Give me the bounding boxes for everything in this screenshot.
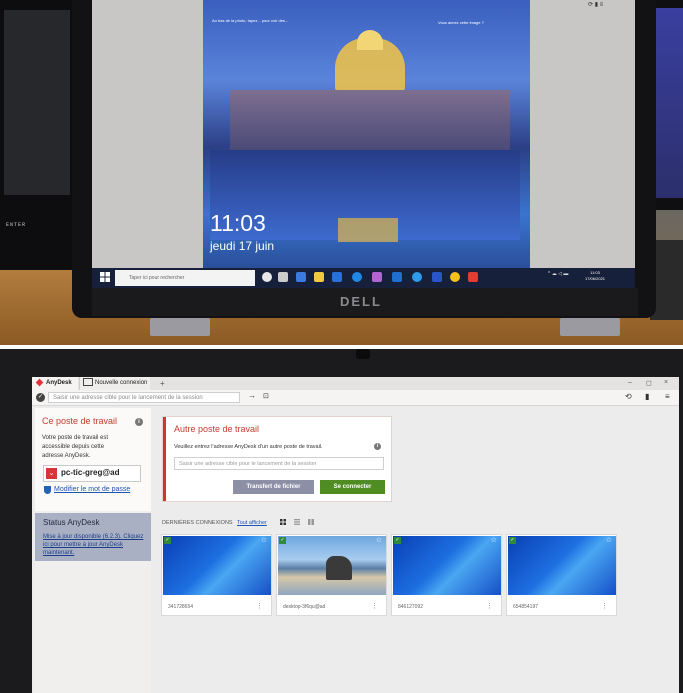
tile-view-icon[interactable]: [280, 519, 286, 525]
edge-icon[interactable]: [352, 272, 362, 282]
lockscreen-like-link[interactable]: Vous aimez cette image ?: [438, 20, 484, 25]
online-check-icon: ✓: [279, 537, 286, 544]
recent-session-card[interactable]: ✓ ☆ 654854197 ⋮: [506, 534, 617, 616]
favorite-star-icon[interactable]: ☆: [261, 536, 267, 544]
online-check-icon: ✓: [394, 537, 401, 544]
left-monitor: ENTER: [0, 0, 78, 275]
list-view-icon[interactable]: [294, 519, 300, 525]
shield-icon: [44, 486, 51, 494]
more-options-icon[interactable]: ⋮: [371, 602, 378, 610]
window-icons: ⟳ ▮ ≡: [588, 2, 604, 8]
system-tray-icons[interactable]: ^ ☁ ◁ ▬: [548, 271, 568, 277]
app-icon[interactable]: [392, 272, 402, 282]
laptop-brand-logo: DELL: [340, 294, 382, 309]
lockscreen-date: jeudi 17 juin: [210, 239, 275, 253]
compact-view-icon[interactable]: [308, 519, 314, 525]
cortana-icon[interactable]: [262, 272, 272, 282]
this-desk-title: Ce poste de travail: [42, 416, 118, 426]
lockscreen-time: 11:03: [210, 210, 266, 236]
taskbar-search-input[interactable]: Taper ici pour rechercher: [115, 270, 255, 286]
recent-session-card[interactable]: ✓ ☆ 846127092 ⋮: [391, 534, 502, 616]
session-address: desktop-3f6qu@ad: [283, 604, 326, 610]
more-options-icon[interactable]: ⋮: [256, 602, 263, 610]
windows-start-icon[interactable]: [100, 272, 110, 282]
sidebar: Ce poste de travail i Votre poste de tra…: [35, 408, 151, 693]
app-icon[interactable]: [296, 272, 306, 282]
maximize-button[interactable]: ◻: [646, 379, 652, 387]
beach-wallpaper: [278, 536, 386, 595]
info-icon[interactable]: i: [135, 418, 143, 426]
address-bar: ✓ Saisir une adresse cible pour le lance…: [32, 390, 679, 406]
close-button[interactable]: ×: [664, 379, 668, 386]
taskbar-clock[interactable]: 11:03 17/06/2021: [585, 270, 605, 282]
webcam: [356, 349, 370, 359]
remote-desk-title: Autre poste de travail: [174, 424, 260, 434]
anydesk-taskbar-icon[interactable]: [468, 272, 478, 282]
this-desk-panel: Ce poste de travail i Votre poste de tra…: [35, 408, 151, 511]
add-tab-button[interactable]: +: [160, 377, 165, 390]
laptop-hinge: [560, 318, 620, 336]
online-check-icon: ✓: [509, 537, 516, 544]
session-address: 341728654: [168, 604, 194, 610]
tab-new-connection[interactable]: Nouvelle connexion: [79, 377, 150, 390]
app-icon[interactable]: [432, 272, 442, 282]
session-address: 654854197: [513, 604, 539, 610]
laptop-photo: ENTER DELL ⟳ ▮ ≡ Au bas de la photo, tap…: [0, 0, 683, 345]
laptop-hinge: [150, 318, 210, 336]
monitor-label: ENTER: [6, 222, 27, 228]
monitor-icon: [83, 378, 93, 387]
anydesk-logo-icon: [35, 378, 44, 387]
recent-session-card[interactable]: ✓ ☆ desktop-3f6qu@ad ⋮: [276, 534, 387, 616]
address-input[interactable]: Saisir une adresse cible pour le lanceme…: [48, 392, 240, 403]
app-icon[interactable]: [372, 272, 382, 282]
more-options-icon[interactable]: ⋮: [486, 602, 493, 610]
remote-desk-description: Veuillez entrez l'adresse AnyDesk d'un a…: [174, 444, 323, 450]
menu-icon[interactable]: ≡: [665, 392, 670, 401]
folder-icon[interactable]: [314, 272, 324, 282]
history-icon[interactable]: ⟲: [625, 392, 632, 401]
this-desk-address: pc-tic-greg@ad: [61, 468, 120, 477]
minimize-button[interactable]: –: [628, 379, 632, 386]
status-title: Status AnyDesk: [43, 518, 100, 527]
anydesk-photo: AnyDesk Nouvelle connexion + – ◻ × ✓ Sai…: [0, 349, 683, 693]
recent-sessions-heading: DERNIÈRES CONNEXIONS: [162, 520, 233, 526]
lockscreen-tip[interactable]: Au bas de la photo, tapez... pour voir d…: [212, 18, 302, 23]
windows-10-wallpaper: [393, 536, 501, 595]
mail-icon[interactable]: [332, 272, 342, 282]
recent-session-card[interactable]: ✓ ☆ 341728654 ⋮: [161, 534, 272, 616]
windows-10-wallpaper: [508, 536, 616, 595]
file-transfer-icon[interactable]: ⊡: [263, 392, 269, 400]
anydesk-window: AnyDesk Nouvelle connexion + – ◻ × ✓ Sai…: [32, 377, 679, 693]
this-desk-description: Votre poste de travail est accessible de…: [42, 435, 109, 459]
account-icon[interactable]: ▮: [645, 392, 649, 401]
connect-button[interactable]: Se connecter: [320, 480, 385, 494]
chrome-icon[interactable]: [450, 272, 460, 282]
session-address: 846127092: [398, 604, 424, 610]
task-view-icon[interactable]: [278, 272, 288, 282]
windows-10-wallpaper: [163, 536, 271, 595]
this-desk-address-box[interactable]: ⌄ pc-tic-greg@ad: [43, 465, 141, 482]
file-transfer-button[interactable]: Transfert de fichier: [233, 480, 314, 494]
favorite-star-icon[interactable]: ☆: [606, 536, 612, 544]
tab-anydesk[interactable]: AnyDesk: [32, 377, 78, 390]
favorite-star-icon[interactable]: ☆: [376, 536, 382, 544]
remote-desk-card: Autre poste de travail Veuillez entrez l…: [162, 416, 392, 502]
show-all-link[interactable]: Tout afficher: [237, 520, 267, 526]
more-options-icon[interactable]: ⋮: [601, 602, 608, 610]
connect-arrow-icon[interactable]: →: [248, 391, 256, 400]
status-panel: Status AnyDesk Mise à jour disponible (6…: [35, 513, 151, 561]
update-link[interactable]: Mise à jour disponible (6.2.3). Cliquez …: [43, 533, 147, 557]
online-check-icon: ✓: [164, 537, 171, 544]
status-check-icon: ✓: [36, 393, 45, 402]
remote-address-input[interactable]: Saisir une adresse cible pour le lanceme…: [174, 457, 384, 470]
info-icon[interactable]: i: [374, 443, 381, 450]
favorite-star-icon[interactable]: ☆: [491, 536, 497, 544]
anydesk-shield-icon: ⌄: [46, 468, 57, 479]
change-password-link[interactable]: Modifier le mot de passe: [54, 486, 130, 493]
app-icon[interactable]: [412, 272, 422, 282]
